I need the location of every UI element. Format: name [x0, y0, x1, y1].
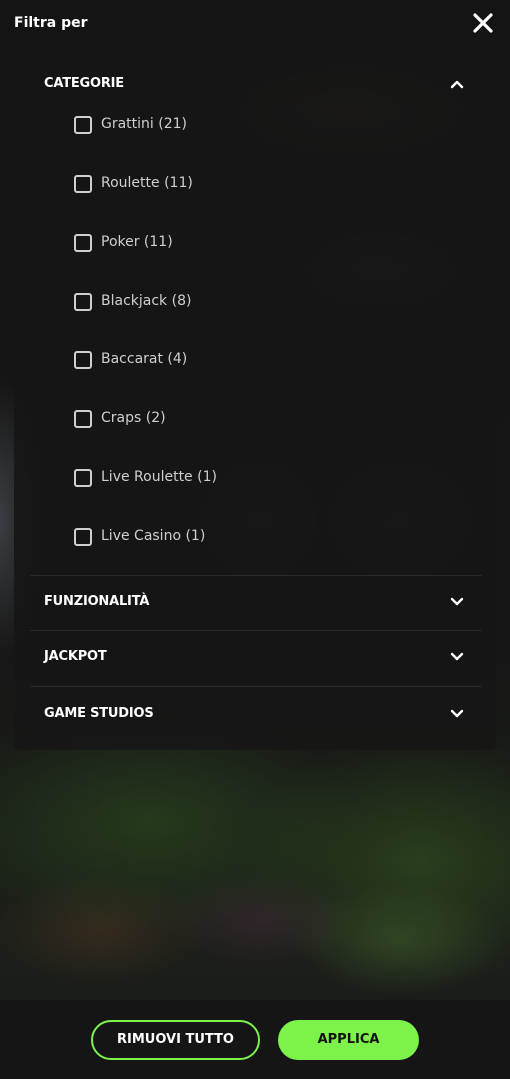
checkbox[interactable] — [74, 293, 92, 311]
option-label: Craps (2) — [101, 410, 166, 426]
close-icon — [473, 13, 493, 33]
section-jackpot[interactable]: JACKPOT — [28, 637, 484, 689]
filter-footer: RIMUOVI TUTTO APPLICA — [0, 1000, 510, 1079]
remove-all-button[interactable]: RIMUOVI TUTTO — [91, 1020, 260, 1060]
option-label: Baccarat (4) — [101, 351, 188, 367]
section-funzionalita[interactable]: FUNZIONALITÀ — [28, 582, 484, 634]
section-jackpot-label: JACKPOT — [44, 649, 107, 664]
section-game-studios-label: GAME STUDIOS — [44, 706, 154, 721]
filter-title: Filtra per — [14, 15, 88, 31]
option-label: Poker (11) — [101, 234, 173, 250]
option-live-roulette[interactable]: Live Roulette (1) — [72, 466, 372, 492]
checkbox[interactable] — [74, 410, 92, 428]
option-live-casino[interactable]: Live Casino (1) — [72, 525, 372, 551]
chevron-down-icon — [450, 597, 464, 606]
option-poker[interactable]: Poker (11) — [72, 231, 372, 257]
option-blackjack[interactable]: Blackjack (8) — [72, 290, 372, 316]
option-baccarat[interactable]: Baccarat (4) — [72, 348, 372, 374]
divider — [30, 630, 482, 631]
section-categorie-label: CATEGORIE — [44, 76, 124, 91]
section-funzionalita-label: FUNZIONALITÀ — [44, 594, 150, 609]
divider — [30, 686, 482, 687]
option-label: Roulette (11) — [101, 175, 193, 191]
apply-button[interactable]: APPLICA — [278, 1020, 419, 1060]
checkbox[interactable] — [74, 469, 92, 487]
option-label: Live Roulette (1) — [101, 469, 217, 485]
divider — [30, 575, 482, 576]
checkbox[interactable] — [74, 234, 92, 252]
checkbox[interactable] — [74, 528, 92, 546]
checkbox[interactable] — [74, 175, 92, 193]
section-game-studios[interactable]: GAME STUDIOS — [28, 694, 484, 746]
option-craps[interactable]: Craps (2) — [72, 407, 372, 433]
filter-header: Filtra per — [0, 0, 510, 48]
option-label: Live Casino (1) — [101, 528, 206, 544]
chevron-down-icon — [450, 652, 464, 661]
chevron-up-icon — [450, 80, 464, 89]
option-roulette[interactable]: Roulette (11) — [72, 172, 372, 198]
checkbox[interactable] — [74, 351, 92, 369]
option-label: Blackjack (8) — [101, 293, 192, 309]
close-button[interactable] — [470, 10, 496, 36]
checkbox[interactable] — [74, 116, 92, 134]
chevron-down-icon — [450, 709, 464, 718]
section-categorie[interactable]: CATEGORIE — [28, 64, 484, 116]
option-label: Grattini (21) — [101, 116, 188, 132]
option-grattini[interactable]: Grattini (21) — [72, 113, 372, 139]
